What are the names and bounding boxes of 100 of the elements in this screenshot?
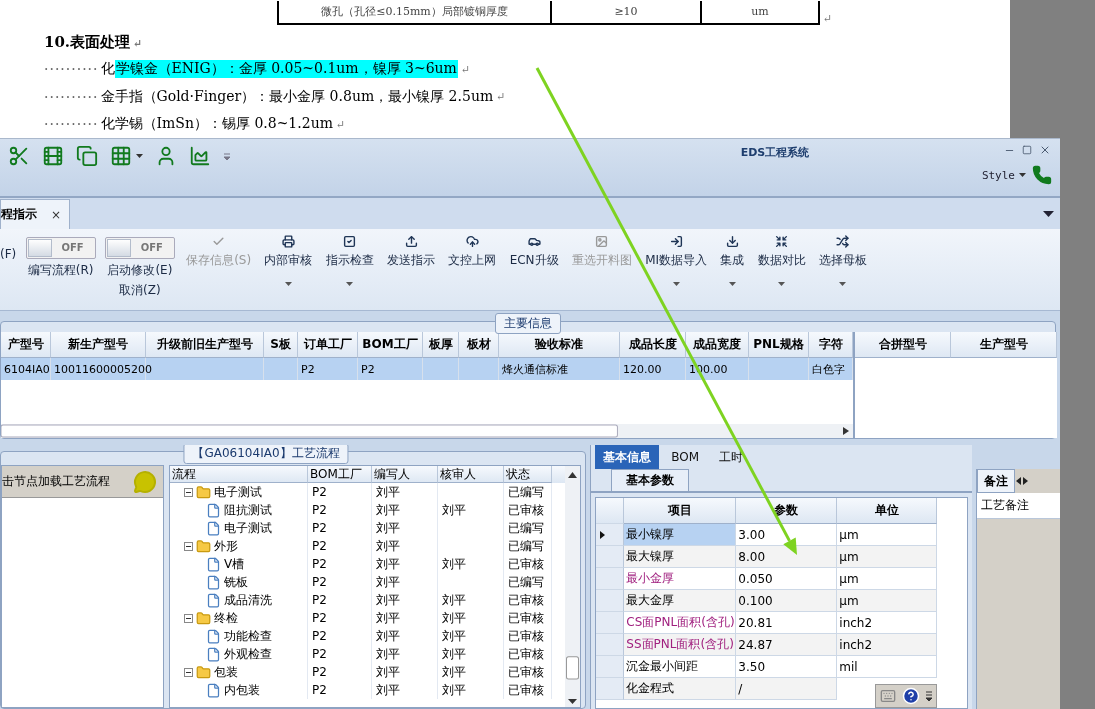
paragraph-mark: ↵ — [823, 11, 833, 25]
panel-tab[interactable]: 工时 — [711, 445, 752, 469]
notes-tab[interactable]: 备注 — [977, 469, 1016, 493]
file-icon — [206, 556, 221, 572]
step-name[interactable]: 成品清洗 — [224, 591, 272, 609]
collapse-icon[interactable] — [184, 541, 193, 551]
step-name[interactable]: 铣板 — [224, 573, 248, 591]
caret-icon — [1019, 173, 1026, 177]
collapse-icon[interactable] — [184, 613, 193, 623]
panel-tab[interactable]: 基本信息 — [595, 445, 660, 469]
table-cell: 已审核 — [508, 609, 544, 627]
group-title: 【GA06104IA0】工艺流程 — [183, 445, 349, 464]
image-icon — [595, 235, 609, 248]
keyboard-icon[interactable] — [880, 688, 897, 704]
ribbon-button[interactable]: 数据对比 — [755, 235, 808, 269]
horizontal-scrollbar[interactable] — [1, 424, 853, 438]
ribbon-button[interactable]: MI数据导入 — [643, 235, 710, 269]
film-icon[interactable] — [42, 145, 64, 167]
table-cell: 最小镍厚 — [624, 524, 737, 546]
column-header[interactable]: 生产型号 — [951, 332, 1057, 358]
step-name[interactable]: 包装 — [214, 663, 238, 681]
column-header[interactable]: 核审人 — [438, 466, 504, 483]
step-name[interactable]: 终检 — [214, 609, 238, 627]
toggle-switch[interactable]: OFF — [25, 237, 96, 259]
sub-tab[interactable]: 基本参数 — [611, 469, 690, 491]
row-header[interactable] — [596, 524, 625, 546]
column-header[interactable]: 项目 — [624, 498, 737, 524]
table-cell: 刘平 — [376, 663, 400, 681]
column-header[interactable]: BOM工厂 — [308, 466, 372, 483]
file-icon — [206, 574, 221, 590]
step-name[interactable]: 外形 — [214, 537, 238, 555]
panel-tab[interactable]: BOM — [663, 445, 708, 469]
table-cell: 刘平 — [376, 483, 400, 501]
customize-icon[interactable] — [223, 153, 231, 161]
step-name[interactable]: 功能检查 — [224, 627, 272, 645]
file-icon — [206, 682, 221, 698]
help-icon[interactable] — [902, 687, 921, 705]
vertical-scrollbar[interactable] — [565, 466, 581, 707]
step-name[interactable]: 电子测试 — [224, 519, 272, 537]
table-text: 微孔（孔径≤0.15mm）局部镀铜厚度 — [321, 4, 508, 20]
step-name[interactable]: 阻抗测试 — [224, 501, 272, 519]
ribbon-button[interactable]: 选择母板 — [816, 235, 869, 269]
table-cell: 已审核 — [508, 555, 544, 573]
column-header[interactable]: 合拼型号 — [855, 332, 951, 358]
table-cell: / — [736, 678, 838, 700]
scissors-icon[interactable] — [8, 145, 30, 167]
grid-icon[interactable] — [110, 145, 132, 167]
table-cell: 刘平 — [376, 555, 400, 573]
step-name[interactable]: 外观检查 — [224, 645, 272, 663]
table-cell: 120.00 — [623, 362, 662, 376]
table-cell: P2 — [312, 521, 327, 535]
phone-icon[interactable] — [1032, 165, 1052, 185]
more-icon[interactable] — [926, 690, 933, 702]
table-cell: 刘平 — [376, 519, 400, 537]
column-header[interactable]: 编写人 — [372, 466, 438, 483]
maximize-button[interactable] — [1020, 143, 1034, 157]
ribbon-button[interactable]: ECN升级 — [507, 235, 561, 269]
collapse-icon[interactable] — [184, 487, 193, 497]
table-cell: 刘平 — [376, 591, 400, 609]
column-header[interactable]: 状态 — [504, 466, 552, 483]
table-cell: P2 — [312, 503, 327, 517]
table-cell: 已编写 — [508, 483, 544, 501]
table-cell: 白色字 — [812, 361, 845, 377]
column-header[interactable]: 流程 — [170, 466, 308, 483]
style-menu[interactable]: Style — [981, 168, 1026, 182]
check-icon — [212, 235, 226, 248]
table-cell: 已审核 — [508, 681, 544, 699]
table-cell: 刘平 — [376, 537, 400, 555]
next-button[interactable] — [1022, 477, 1030, 485]
step-name[interactable]: V槽 — [224, 555, 245, 573]
column-header[interactable]: 单位 — [837, 498, 938, 524]
folder-icon — [196, 484, 211, 500]
folder-icon — [196, 610, 211, 626]
checkbox-icon — [343, 235, 357, 248]
step-name[interactable]: 内包装 — [224, 681, 260, 699]
table-cell: 8.00 — [736, 546, 838, 568]
table-cell: 最小金厚 — [624, 568, 737, 590]
upload-icon — [404, 235, 418, 248]
dropdown-icon[interactable] — [1043, 211, 1054, 217]
ribbon-button[interactable]: 发送指示 — [385, 235, 438, 269]
ribbon-button[interactable]: 内部审核 — [262, 235, 315, 269]
copy-icon[interactable] — [76, 145, 98, 167]
ribbon-button[interactable]: 文控上网 — [446, 235, 499, 269]
close-icon — [1039, 144, 1051, 156]
document-tab[interactable]: 程指示 × — [0, 199, 71, 229]
toggle-label: 编写流程(R) — [27, 262, 94, 279]
ribbon-button[interactable]: 集成 — [718, 235, 747, 269]
column-header[interactable]: 参数 — [736, 498, 838, 524]
file-icon — [206, 646, 221, 662]
step-name[interactable]: 电子测试 — [214, 483, 262, 501]
table-cell: 0.050 — [736, 568, 838, 590]
table-cell: 最大镍厚 — [624, 546, 737, 568]
table-cell: 24.87 — [736, 634, 838, 656]
area-chart-icon[interactable] — [189, 145, 211, 167]
collapse-icon[interactable] — [184, 667, 193, 677]
previous-button[interactable] — [1015, 477, 1023, 485]
ribbon-button[interactable]: 指示检查 — [323, 235, 376, 269]
table-cell: 已审核 — [508, 501, 544, 519]
table-cell: P2 — [312, 539, 327, 553]
toggle-switch[interactable]: OFF — [104, 237, 175, 259]
